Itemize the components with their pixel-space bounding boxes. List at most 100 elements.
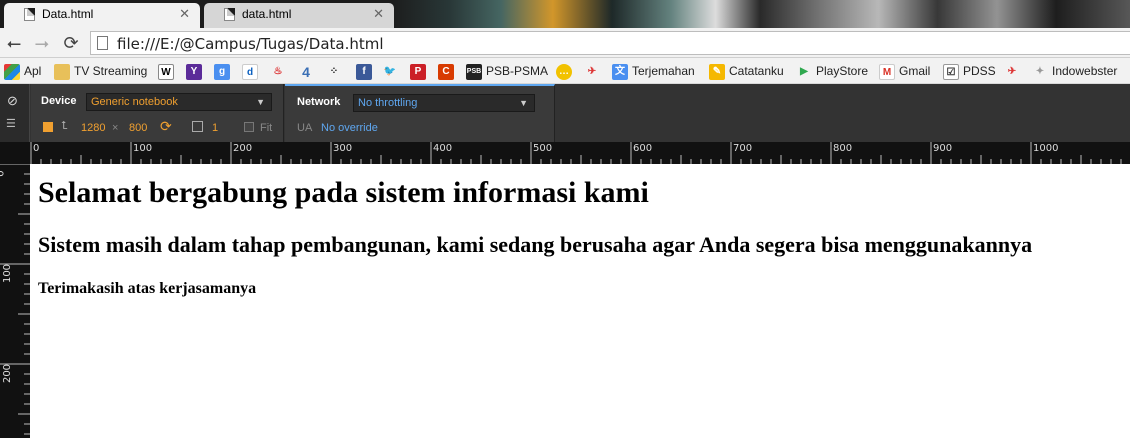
horizontal-ruler-ticks bbox=[30, 142, 1122, 164]
bookmark-catatanku[interactable]: ✎ Catatanku bbox=[709, 62, 784, 80]
close-tab-icon[interactable]: ✕ bbox=[179, 3, 190, 25]
apps-grid-icon bbox=[4, 63, 20, 80]
ua-label: UA bbox=[297, 122, 313, 134]
toggle-media-queries-icon[interactable]: ☰ bbox=[6, 117, 16, 130]
close-tab-icon[interactable]: ✕ bbox=[373, 3, 384, 25]
swap-dimensions-icon[interactable]: ⟳ bbox=[160, 118, 172, 135]
network-select-value: No throttling bbox=[358, 97, 418, 109]
devtools-emulation-bar: ⊘ ☰ Device Generic notebook ▼ ⮤ 1280 × 80… bbox=[0, 84, 1130, 142]
bookmark-four[interactable]: 4 bbox=[298, 62, 318, 80]
devtools-side-controls: ⊘ ☰ bbox=[0, 84, 30, 142]
forward-arrow-icon[interactable]: ⭢ bbox=[31, 32, 53, 54]
hotmail-icon: C bbox=[438, 63, 454, 80]
bookmark-thermo[interactable]: ♨ bbox=[270, 62, 290, 80]
rocket-icon: ✈ bbox=[587, 65, 597, 77]
bookmark-wikipedia[interactable]: W bbox=[158, 62, 178, 80]
network-throttling-select[interactable]: No throttling ▼ bbox=[353, 94, 535, 112]
bookmark-label: Terjemahan bbox=[632, 64, 695, 78]
bookmark-playstore[interactable]: ▶ PlayStore bbox=[796, 62, 868, 80]
page-icon bbox=[97, 36, 108, 50]
bookmark-label: Catatanku bbox=[729, 64, 784, 78]
horizontal-ruler: 0 100 200 300 400 500 600 700 800 900 1000 bbox=[0, 142, 1130, 164]
ruler-label: 0 bbox=[0, 170, 7, 176]
bookmark-chat[interactable]: … bbox=[556, 62, 576, 80]
bookmark-blackberry[interactable]: ⁘ bbox=[326, 62, 346, 80]
device-panel: Device Generic notebook ▼ ⮤ 1280 × 800 ⟳ … bbox=[31, 84, 284, 142]
chat-icon: … bbox=[556, 63, 572, 80]
bookmark-twitter[interactable]: 🐦 bbox=[382, 62, 402, 80]
bookmark-label: PlayStore bbox=[816, 64, 869, 78]
bookmark-rocket-2[interactable]: ✈ bbox=[1004, 62, 1024, 80]
document-icon bbox=[24, 8, 35, 21]
ruler-label: 900 bbox=[933, 143, 953, 154]
translate-icon: 文 bbox=[612, 63, 628, 80]
address-bar[interactable]: file:///E:/@Campus/Tugas/Data.html bbox=[90, 31, 1130, 55]
yahoo-icon: Y bbox=[186, 63, 202, 80]
device-select-value: Generic notebook bbox=[91, 96, 178, 108]
tab-title: Data.html bbox=[42, 7, 94, 21]
fit-label: Fit bbox=[260, 122, 273, 134]
bookmark-indowebster[interactable]: ✦ Indowebster bbox=[1032, 62, 1118, 80]
four-icon: 4 bbox=[302, 63, 310, 80]
bookmark-psb-psma[interactable]: PSB PSB-PSMA bbox=[466, 62, 548, 80]
tab-data-html-active[interactable]: Data.html ✕ bbox=[4, 3, 200, 28]
bookmark-label: PSB-PSMA bbox=[486, 64, 549, 78]
height-value[interactable]: 800 bbox=[129, 122, 147, 134]
reload-icon[interactable]: ⟳ bbox=[60, 32, 82, 54]
back-arrow-icon[interactable]: ⭠ bbox=[3, 32, 25, 54]
bookmark-label: Apl bbox=[24, 64, 42, 78]
bookmark-hotmail[interactable]: C bbox=[438, 62, 458, 80]
wikipedia-icon: W bbox=[158, 63, 174, 80]
bookmark-yahoo[interactable]: Y bbox=[186, 62, 206, 80]
ruler-label: 700 bbox=[733, 143, 753, 154]
width-value[interactable]: 1280 bbox=[81, 122, 105, 134]
facebook-icon: f bbox=[356, 63, 372, 80]
bookmark-rocket-1[interactable]: ✈ bbox=[584, 62, 604, 80]
play-icon: ▶ bbox=[800, 65, 808, 77]
theme-background-art bbox=[390, 0, 1130, 28]
google-icon: g bbox=[214, 63, 230, 80]
note-icon: ✎ bbox=[709, 63, 725, 80]
scale-value[interactable]: 1 bbox=[212, 122, 218, 134]
folder-icon bbox=[54, 63, 70, 80]
bookmark-terjemahan[interactable]: 文 Terjemahan bbox=[612, 62, 695, 80]
rocket-icon: ✈ bbox=[1007, 65, 1017, 77]
tab-title: data.html bbox=[242, 7, 292, 21]
blackberry-icon: ⁘ bbox=[329, 65, 339, 77]
twitter-icon: 🐦 bbox=[383, 65, 397, 77]
page-heading: Selamat bergabung pada sistem informasi … bbox=[38, 176, 649, 209]
bookmark-label: Gmail bbox=[899, 64, 931, 78]
bookmark-pdss[interactable]: ☑ PDSS bbox=[943, 62, 996, 80]
bookmark-facebook[interactable]: f bbox=[356, 62, 376, 80]
ruler-label: 300 bbox=[333, 143, 353, 154]
ruler-label: 1000 bbox=[1033, 143, 1059, 154]
page-thanks-text: Terimakasih atas kerjasamanya bbox=[38, 280, 257, 297]
tab-data-html-inactive[interactable]: data.html ✕ bbox=[204, 3, 394, 28]
resolution-checkbox[interactable] bbox=[43, 122, 53, 132]
tab-strip: Data.html ✕ data.html ✕ bbox=[0, 0, 1130, 28]
vertical-ruler-ticks bbox=[0, 164, 30, 435]
network-label: Network bbox=[297, 96, 341, 108]
bookmarks-bar: Apl TV Streaming W Y g d ♨ 4 ⁘ f 🐦 P C P… bbox=[0, 58, 1130, 84]
network-panel: Network No throttling ▼ UA No override bbox=[285, 84, 555, 142]
url-text: file:///E:/@Campus/Tugas/Data.html bbox=[117, 35, 384, 53]
indowebster-icon: ✦ bbox=[1035, 65, 1045, 77]
ruler-label: 200 bbox=[233, 143, 253, 154]
ua-override-field[interactable]: No override bbox=[321, 122, 378, 134]
device-select[interactable]: Generic notebook ▼ bbox=[86, 93, 272, 111]
ruler-label: 200 bbox=[2, 363, 14, 384]
bookmark-google[interactable]: g bbox=[214, 62, 234, 80]
document-icon bbox=[224, 8, 235, 21]
ruler-label: 0 bbox=[33, 143, 40, 154]
bookmark-gmail[interactable]: M Gmail bbox=[879, 62, 930, 80]
bookmark-tv-streaming[interactable]: TV Streaming bbox=[54, 62, 147, 80]
dropdown-caret-icon: ▼ bbox=[256, 97, 265, 107]
bookmark-apl[interactable]: Apl bbox=[4, 62, 41, 80]
ruler-label: 500 bbox=[533, 143, 553, 154]
gmail-icon: M bbox=[879, 63, 895, 80]
disable-emulation-icon[interactable]: ⊘ bbox=[7, 93, 18, 109]
pdss-icon: ☑ bbox=[943, 63, 959, 80]
bookmark-pinterest[interactable]: P bbox=[410, 62, 430, 80]
bookmark-dailymotion[interactable]: d bbox=[242, 62, 262, 80]
fit-checkbox[interactable] bbox=[244, 122, 254, 132]
